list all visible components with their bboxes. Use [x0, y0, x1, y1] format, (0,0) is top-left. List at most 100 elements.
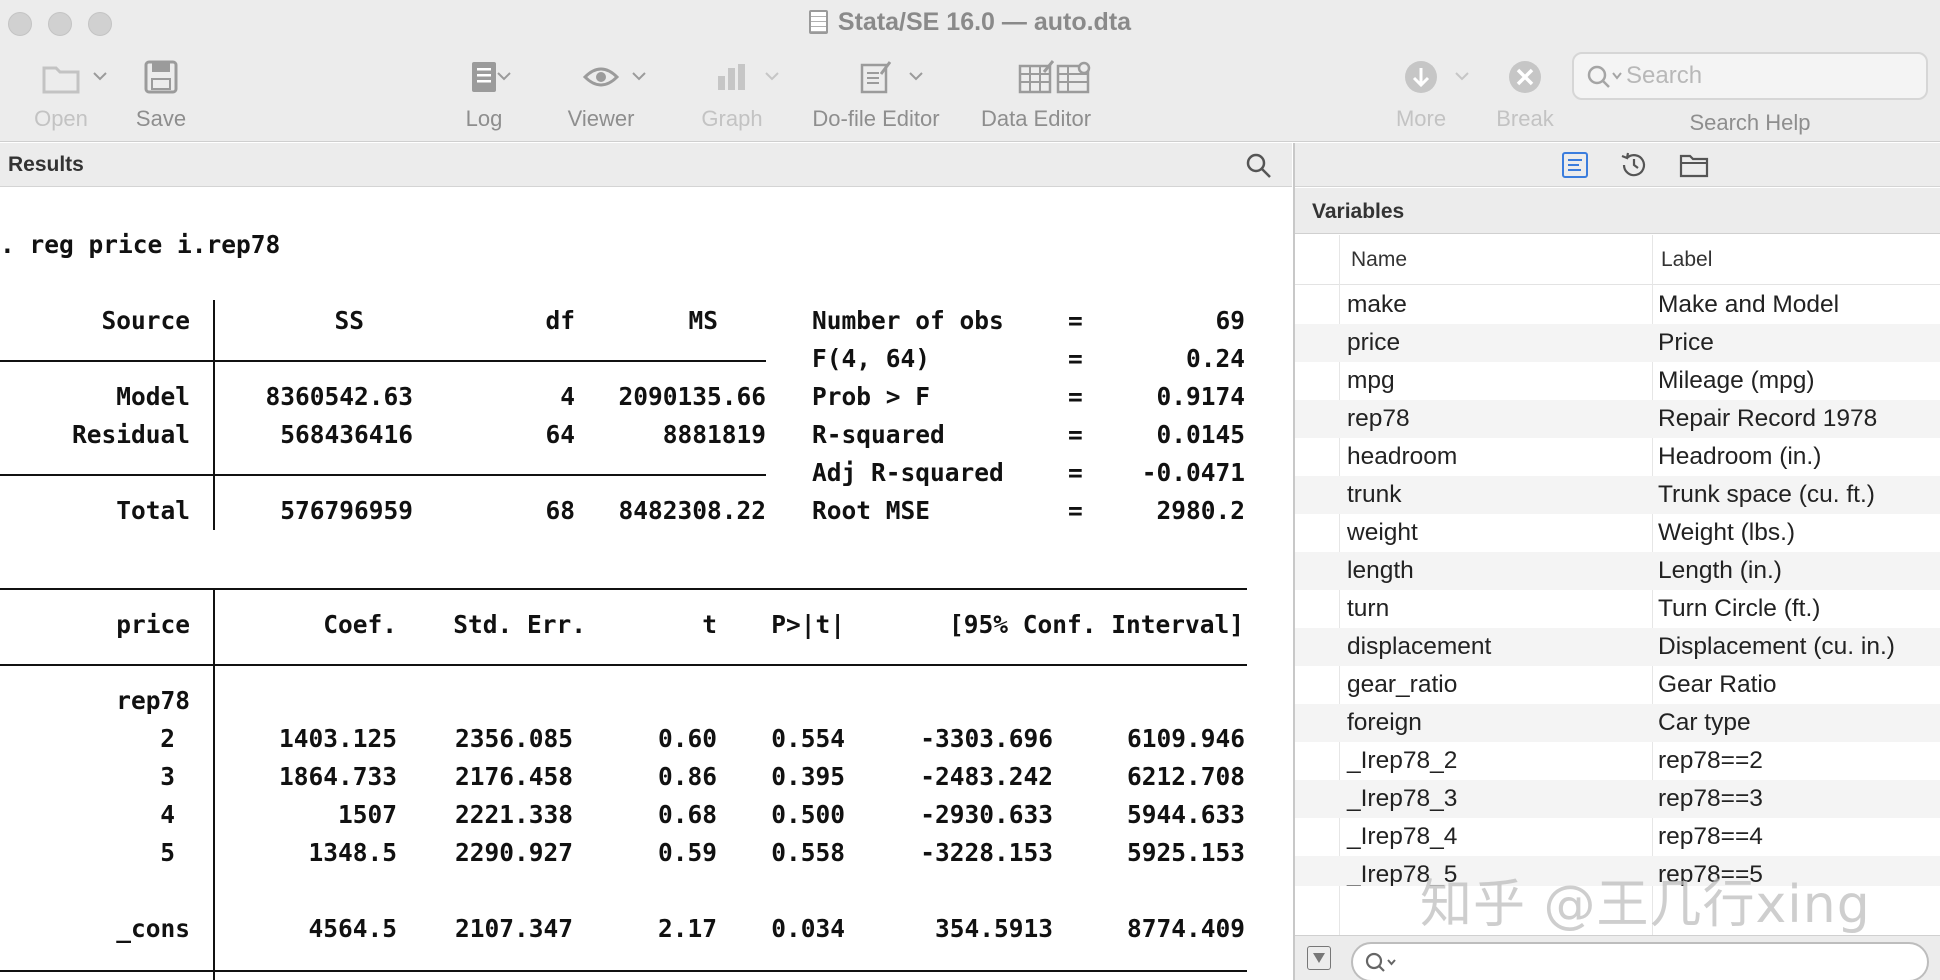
anova-source-model: Model — [116, 382, 190, 411]
coef-rule-mid — [0, 664, 1247, 666]
variable-filter-input[interactable] — [1403, 950, 1903, 976]
variable-row[interactable]: gear_ratio Gear Ratio — [1295, 666, 1940, 704]
stat-label: Root MSE — [812, 496, 931, 525]
variable-name: _Irep78_2 — [1347, 747, 1458, 774]
coef-var: 4 — [160, 800, 175, 829]
variable-row[interactable]: trunk Trunk space (cu. ft.) — [1295, 476, 1940, 514]
coef-ci-high: 5925.153 — [1126, 838, 1245, 867]
more-dropdown-chevron-icon[interactable] — [1454, 68, 1470, 84]
variables-column-header: Name Label — [1295, 235, 1940, 285]
coef-group-label: rep78 — [116, 686, 190, 715]
anova-header-ss: SS — [334, 306, 364, 335]
anova-ms-model: 2090135.66 — [618, 382, 766, 411]
variable-label: Trunk space (cu. ft.) — [1658, 481, 1875, 508]
log-button[interactable]: Log — [446, 52, 522, 132]
coef-t: 0.60 — [657, 724, 717, 753]
variable-row[interactable]: rep78 Repair Record 1978 — [1295, 400, 1940, 438]
sidebar-tabs — [1295, 143, 1940, 187]
viewer-dropdown-chevron-icon[interactable] — [631, 68, 647, 84]
bar-chart-icon — [718, 64, 745, 90]
search-help-box[interactable] — [1572, 52, 1928, 100]
coef-t: 0.68 — [657, 800, 717, 829]
log-book-icon — [472, 62, 496, 92]
coef-var: _cons — [116, 914, 190, 943]
tab-history[interactable] — [1616, 149, 1652, 181]
filter-options-button[interactable] — [1307, 946, 1331, 970]
stop-circle-x-icon — [1509, 61, 1541, 93]
variable-name: make — [1347, 291, 1407, 318]
variable-name: length — [1347, 557, 1414, 584]
graph-dropdown-chevron-icon[interactable] — [764, 68, 780, 84]
search-icon[interactable] — [1246, 153, 1272, 179]
more-button[interactable]: More — [1378, 52, 1464, 132]
stat-label: R-squared — [812, 420, 945, 449]
variable-row[interactable]: length Length (in.) — [1295, 552, 1940, 590]
stat-value: 69 — [1215, 306, 1245, 335]
stat-value: 0.0145 — [1156, 420, 1245, 449]
variable-row[interactable]: make Make and Model — [1295, 286, 1940, 324]
variable-row[interactable]: weight Weight (lbs.) — [1295, 514, 1940, 552]
anova-header-df: df — [545, 306, 575, 335]
stat-value: 0.9174 — [1156, 382, 1245, 411]
search-icon — [1365, 952, 1396, 972]
variables-list: make Make and Model price Price mpg Mileage… — [1295, 286, 1940, 886]
variable-row[interactable]: _Irep78_4 rep78==4 — [1295, 818, 1940, 856]
command-line: . reg price i.rep78 — [0, 230, 281, 259]
variables-title: Variables — [1312, 200, 1405, 223]
variable-row[interactable]: _Irep78_3 rep78==3 — [1295, 780, 1940, 818]
window-title: Stata/SE 16.0 — auto.dta — [0, 8, 1940, 37]
stat-label: Number of obs — [812, 306, 1004, 335]
results-output[interactable]: . reg price i.rep78 Source SS df MS Mode… — [0, 188, 1292, 980]
viewer-button[interactable]: Viewer — [556, 52, 646, 132]
variable-name: mpg — [1347, 367, 1395, 394]
results-header: Results — [0, 143, 1292, 187]
variable-filter-box[interactable] — [1351, 942, 1929, 980]
variable-row[interactable]: displacement Displacement (cu. in.) — [1295, 628, 1940, 666]
variable-name: rep78 — [1347, 405, 1410, 432]
save-button[interactable]: Save — [120, 52, 202, 132]
variable-row[interactable]: price Price — [1295, 324, 1940, 362]
variable-name: _Irep78_3 — [1347, 785, 1458, 812]
search-input[interactable] — [1626, 62, 1916, 90]
do-file-dropdown-chevron-icon[interactable] — [908, 68, 924, 84]
tab-files[interactable] — [1676, 149, 1712, 181]
variable-row[interactable]: foreign Car type — [1295, 704, 1940, 742]
column-header-name[interactable]: Name — [1351, 248, 1407, 272]
stat-value: 2980.2 — [1156, 496, 1245, 525]
variable-row[interactable]: headroom Headroom (in.) — [1295, 438, 1940, 476]
search-icon — [1587, 65, 1622, 88]
coef-ci-low: 354.5913 — [934, 914, 1053, 943]
open-dropdown-chevron-icon[interactable] — [92, 68, 108, 84]
funnel-icon — [1313, 953, 1325, 963]
eye-icon — [583, 67, 619, 87]
tab-properties[interactable] — [1557, 149, 1593, 181]
graph-button[interactable]: Graph — [692, 52, 772, 132]
variable-row[interactable]: turn Turn Circle (ft.) — [1295, 590, 1940, 628]
variable-row[interactable]: mpg Mileage (mpg) — [1295, 362, 1940, 400]
coef-var: 2 — [160, 724, 175, 753]
arrow-down-circle-icon — [1405, 61, 1437, 93]
search-help-label: Search Help — [1689, 110, 1811, 135]
variable-name: foreign — [1347, 709, 1422, 736]
anova-rule — [0, 474, 766, 476]
break-button[interactable]: Break — [1488, 52, 1562, 132]
variable-label: rep78==2 — [1658, 747, 1763, 774]
stat-eq: = — [1068, 344, 1083, 373]
coef-var: 3 — [160, 762, 175, 791]
anova-df-residual: 64 — [545, 420, 575, 449]
coef-value: 1507 — [337, 800, 397, 829]
log-dropdown-chevron-icon[interactable] — [496, 68, 512, 84]
open-button[interactable]: Open — [20, 52, 102, 132]
stat-value: 0.24 — [1185, 344, 1245, 373]
anova-source-total: Total — [116, 496, 190, 525]
coef-ci-low: -3228.153 — [920, 838, 1053, 867]
anova-ms-residual: 8881819 — [662, 420, 766, 449]
column-header-label[interactable]: Label — [1661, 248, 1712, 272]
variable-row[interactable]: _Irep78_2 rep78==2 — [1295, 742, 1940, 780]
data-browser-button[interactable] — [1052, 52, 1096, 102]
variable-label: Repair Record 1978 — [1658, 405, 1878, 432]
anova-ss-model: 8360542.63 — [265, 382, 413, 411]
stat-eq: = — [1068, 496, 1083, 525]
do-file-editor-button[interactable]: Do-file Editor — [800, 52, 952, 132]
stat-eq: = — [1068, 306, 1083, 335]
